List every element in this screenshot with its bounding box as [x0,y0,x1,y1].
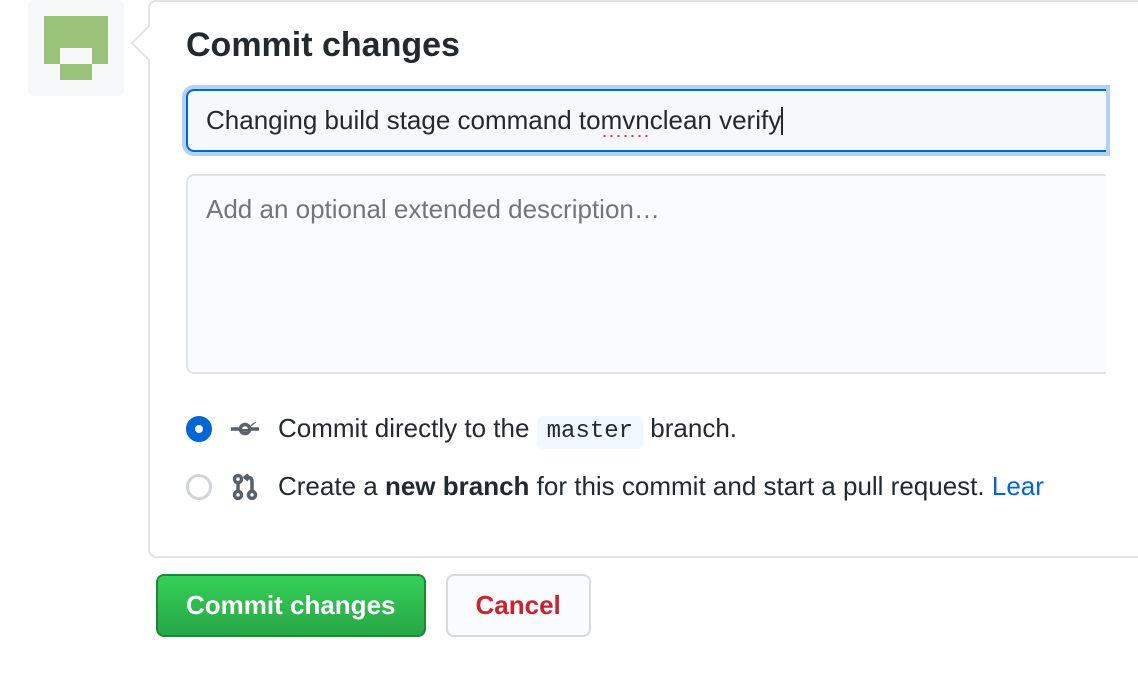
radio-new-branch[interactable] [186,474,212,500]
commit-description-textarea[interactable] [186,174,1106,374]
commit-option-direct-label: Commit directly to the master branch. [278,413,737,445]
text-cursor [781,107,783,135]
radio-direct[interactable] [186,416,212,442]
commit-message-text-pre: Changing build stage command to [206,105,601,136]
learn-more-link[interactable]: Lear [992,471,1044,501]
commit-changes-button[interactable]: Commit changes [156,574,426,637]
git-pull-request-icon [230,472,260,502]
panel-title: Commit changes [186,26,1106,65]
git-commit-icon [230,414,260,444]
commit-option-new-branch-label: Create a new branch for this commit and … [278,471,1044,502]
commit-message-input[interactable]: Changing build stage command to mvn clea… [186,89,1106,152]
commit-message-text-spell: mvn [601,105,650,136]
commit-message-text-post: clean verify [650,105,782,136]
cancel-button[interactable]: Cancel [446,574,591,637]
identicon-icon [38,10,114,86]
footer-actions: Commit changes Cancel [0,558,1138,637]
commit-panel: Commit changes Changing build stage comm… [148,0,1138,558]
commit-option-direct[interactable]: Commit directly to the master branch. [186,413,1106,445]
avatar [28,0,124,96]
branch-chip: master [537,416,643,449]
commit-option-new-branch[interactable]: Create a new branch for this commit and … [186,471,1106,502]
